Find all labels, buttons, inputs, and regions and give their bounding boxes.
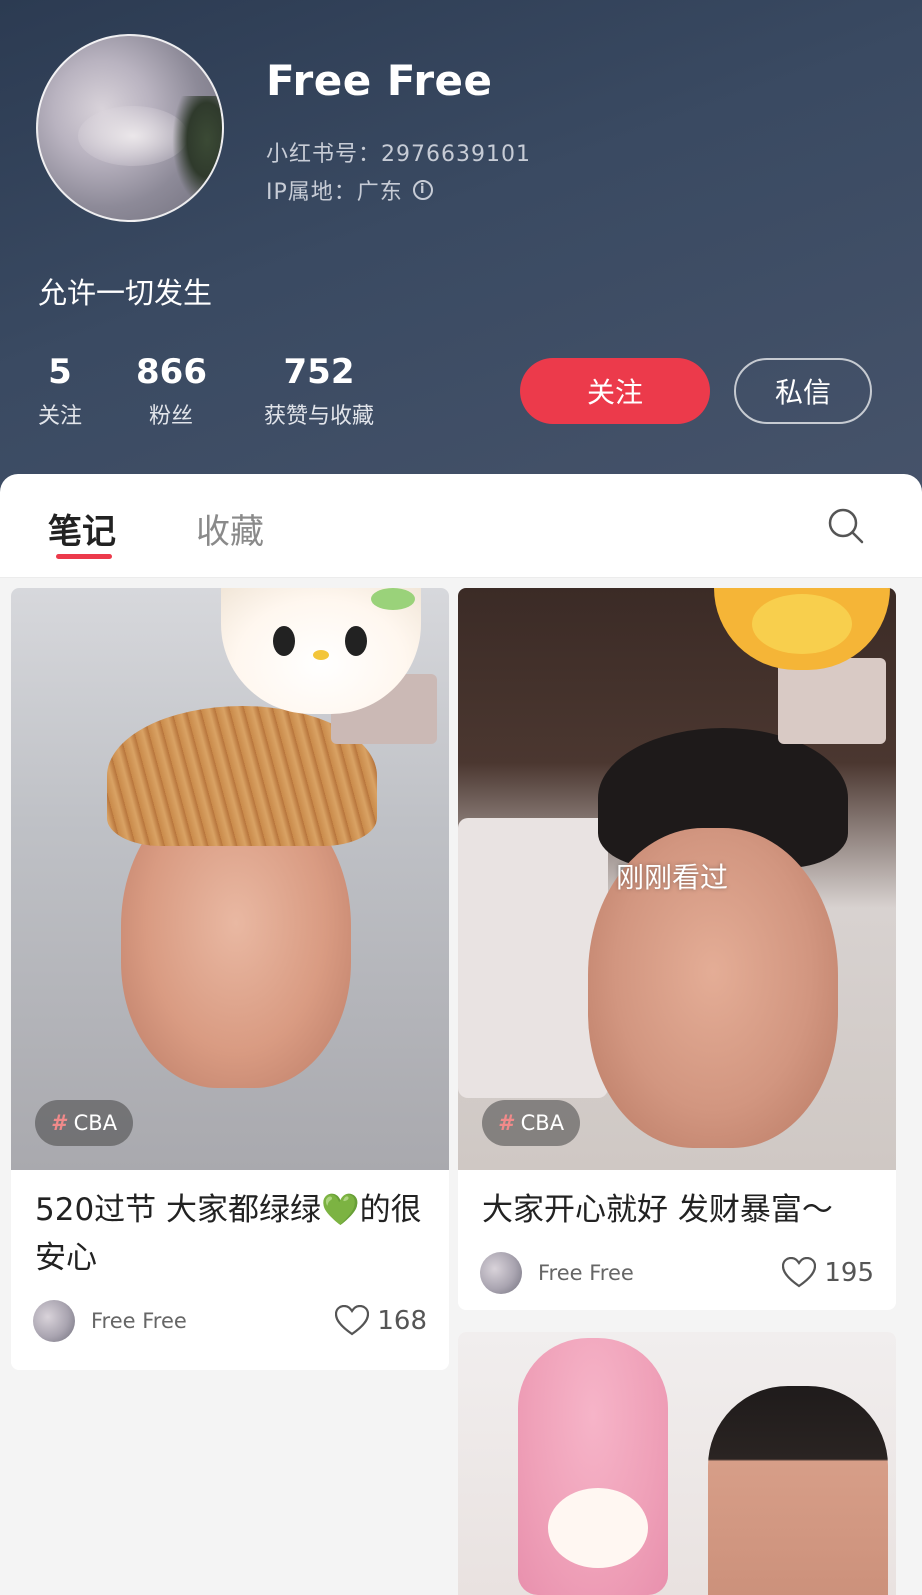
like-count: 168 [377,1306,427,1336]
profile-avatar[interactable] [36,34,224,222]
author-name[interactable]: Free Free [538,1261,782,1285]
message-button[interactable]: 私信 [734,358,872,424]
ip-location-text: IP属地：广东 [266,180,403,205]
like-button[interactable]: 168 [335,1305,427,1337]
stat-following-label: 关注 [37,404,82,429]
author-avatar[interactable] [480,1252,522,1294]
author-avatar[interactable] [33,1300,75,1342]
profile-bio: 允许一切发生 [38,276,213,310]
stat-fans-value: 866 [136,352,207,392]
note-card[interactable] [458,1332,896,1595]
topic-badge-label: CBA [520,1111,565,1135]
cover-person-decoration [708,1386,888,1595]
note-cover-image[interactable]: # CBA [11,588,449,1170]
heart-icon [782,1257,817,1288]
topic-badge[interactable]: # CBA [482,1100,581,1146]
hashtag-icon: # [498,1111,513,1135]
follow-button[interactable]: 关注 [520,358,710,424]
recently-viewed-label: 刚刚看过 [616,861,729,894]
stat-following[interactable]: 5 关注 [30,352,90,430]
note-cover-image[interactable]: 刚刚看过 # CBA [458,588,896,1170]
note-title[interactable]: 520过节 大家都绿绿💚的很安心 [11,1170,449,1282]
note-card[interactable]: 刚刚看过 # CBA 大家开心就好 发财暴富～ Free Free 195 [458,588,896,1310]
author-name[interactable]: Free Free [91,1309,335,1333]
tab-notes[interactable]: 笔记 [48,504,116,553]
stat-likes-collects[interactable]: 752 获赞与收藏 [254,352,384,430]
stat-likes-value: 752 [283,352,355,392]
profile-name: Free Free [266,56,493,105]
search-icon[interactable] [826,506,866,546]
active-tab-indicator [56,554,112,559]
note-card[interactable]: # CBA 520过节 大家都绿绿💚的很安心 Free Free 168 [11,588,449,1370]
stat-fans-label: 粉丝 [148,404,193,429]
topic-badge[interactable]: # CBA [35,1100,134,1146]
cover-inset-video [778,658,886,744]
info-icon[interactable]: i [412,180,433,200]
topic-badge-label: CBA [73,1111,118,1135]
profile-ip-location: IP属地：广东 i [266,174,433,206]
avatar-tree-decoration [172,96,222,206]
stat-following-value: 5 [48,352,72,392]
tab-bar: 笔记 收藏 [0,474,922,578]
like-button[interactable]: 195 [782,1257,874,1289]
like-count: 195 [824,1258,874,1288]
note-cover-image[interactable] [458,1332,896,1595]
stat-likes-label: 获赞与收藏 [263,404,374,429]
profile-header: Free Free 小红书号：2976639101 IP属地：广东 i 允许一切… [0,0,922,500]
heart-icon [335,1305,370,1336]
my-melody-sticker [518,1338,668,1595]
note-footer: Free Free 168 [33,1300,427,1342]
note-title[interactable]: 大家开心就好 发财暴富～ [458,1170,896,1234]
cover-pillow-decoration [458,818,608,1098]
stat-fans[interactable]: 866 粉丝 [136,352,207,430]
hashtag-icon: # [51,1111,66,1135]
note-footer: Free Free 195 [480,1252,874,1294]
tab-collections[interactable]: 收藏 [196,504,264,553]
profile-id: 小红书号：2976639101 [266,142,531,167]
